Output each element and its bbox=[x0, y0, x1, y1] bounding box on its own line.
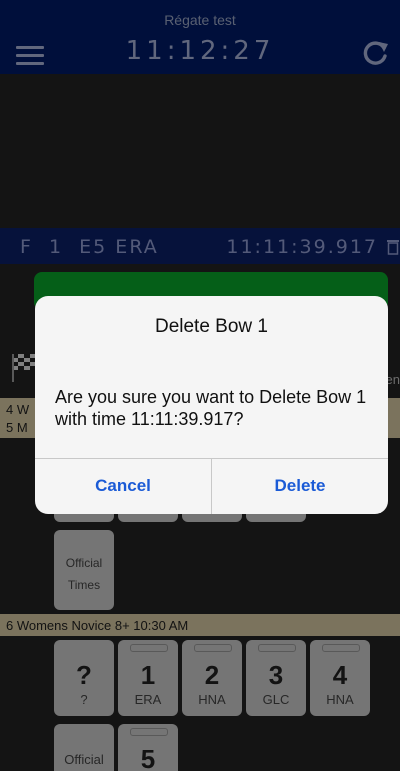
delete-button[interactable]: Delete bbox=[212, 458, 388, 514]
dialog-title: Delete Bow 1 bbox=[154, 316, 268, 337]
app-screen: Régate test 11:12:27 F 1 E5 ERA 11:11:39… bbox=[0, 0, 400, 771]
delete-confirm-dialog: Delete Bow 1 Are you sure you want to De… bbox=[35, 296, 388, 514]
cancel-button[interactable]: Cancel bbox=[35, 458, 211, 514]
dialog-message: Are you sure you want to Delete Bow 1 wi… bbox=[55, 387, 367, 429]
